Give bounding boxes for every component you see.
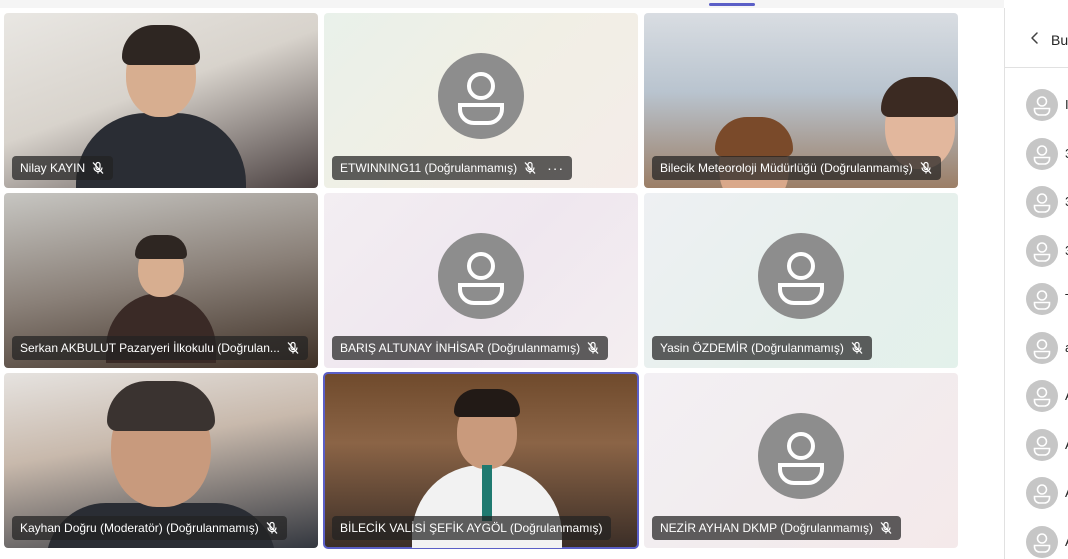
- participant-list-item[interactable]: 3: [1005, 227, 1068, 276]
- participant-tile-active-speaker[interactable]: BİLECİK VALİSİ ŞEFİK AYGÖL (Doğrulanmamı…: [323, 372, 639, 549]
- avatar: [1026, 331, 1058, 364]
- participant-list-item[interactable]: I: [1005, 81, 1068, 130]
- avatar: [438, 232, 524, 319]
- person-icon: [1033, 144, 1051, 165]
- person-icon: [1033, 96, 1051, 116]
- chevron-left-icon[interactable]: [1027, 30, 1043, 46]
- avatar: [1026, 477, 1058, 509]
- participant-name-label: Yasin ÖZDEMİR (Doğrulanmamış): [652, 336, 872, 360]
- panel-title: Bu: [1051, 32, 1068, 48]
- person-icon: [458, 251, 504, 305]
- person-icon: [1033, 532, 1051, 553]
- avatar: [1026, 89, 1058, 121]
- participant-tile[interactable]: Bilecik Meteoroloji Müdürlüğü (Doğrulanm…: [644, 13, 958, 188]
- participant-list-item[interactable]: A: [1005, 469, 1068, 518]
- avatar: [1026, 186, 1058, 218]
- participant-tile[interactable]: BARIŞ ALTUNAY İNHİSAR (Doğrulanmamış): [324, 193, 638, 368]
- top-bar: [0, 0, 1004, 8]
- mic-off-icon: [587, 341, 599, 354]
- participant-tile[interactable]: Serkan AKBULUT Pazaryeri İlkokulu (Doğru…: [4, 193, 318, 368]
- person-icon: [1033, 484, 1051, 504]
- participant-name: BARIŞ ALTUNAY İNHİSAR (Doğrulanmamış): [340, 341, 581, 355]
- participant-name: Bilecik Meteoroloji Müdürlüğü (Doğrulanm…: [660, 161, 913, 175]
- participant-list-item[interactable]: A: [1005, 421, 1068, 470]
- participant-name-label: Kayhan Doğru (Moderatör) (Doğrulanmamış): [12, 516, 287, 540]
- participant-name-label: NEZİR AYHAN DKMP (Doğrulanmamış): [652, 516, 901, 540]
- mic-off-icon: [851, 341, 863, 354]
- mic-off-icon: [880, 521, 892, 534]
- participant-name: Kayhan Doğru (Moderatör) (Doğrulanmamış): [20, 521, 259, 535]
- participant-tile[interactable]: Kayhan Doğru (Moderatör) (Doğrulanmamış): [4, 373, 318, 548]
- participant-tile[interactable]: Nilay KAYIN: [4, 13, 318, 188]
- participant-list-item[interactable]: A: [1005, 372, 1068, 421]
- mic-off-icon: [92, 161, 104, 174]
- avatar: [1026, 234, 1058, 267]
- avatar: [1026, 283, 1058, 315]
- more-options-icon[interactable]: ···: [547, 156, 564, 180]
- avatar: [758, 412, 844, 499]
- participant-tile[interactable]: Yasin ÖZDEMİR (Doğrulanmamış): [644, 193, 958, 368]
- mic-off-icon: [920, 161, 932, 174]
- mic-off-icon: [287, 341, 299, 354]
- active-view-indicator: [709, 3, 755, 6]
- video-gallery: Nilay KAYIN ETWINNING11 (Doğrulanmamış) …: [0, 8, 1004, 559]
- participant-tile[interactable]: ETWINNING11 (Doğrulanmamış) ···: [324, 13, 638, 188]
- participant-name-label: BARIŞ ALTUNAY İNHİSAR (Doğrulanmamış): [332, 336, 609, 360]
- participant-name: ETWINNING11 (Doğrulanmamış): [340, 161, 518, 175]
- avatar: [438, 52, 524, 139]
- person-icon: [1033, 387, 1051, 407]
- participant-list-item[interactable]: T: [1005, 275, 1068, 324]
- panel-header: Bu: [1005, 8, 1068, 68]
- avatar: [1026, 525, 1058, 558]
- person-icon: [1033, 290, 1051, 310]
- participant-name-label: Bilecik Meteoroloji Müdürlüğü (Doğrulanm…: [652, 156, 941, 180]
- avatar: [1026, 428, 1058, 461]
- participant-name: Serkan AKBULUT Pazaryeri İlkokulu (Doğru…: [20, 341, 280, 355]
- person-icon: [778, 251, 824, 305]
- participant-name-label: Nilay KAYIN: [12, 156, 114, 180]
- participant-list-item[interactable]: 3: [1005, 130, 1068, 179]
- participant-tile[interactable]: NEZİR AYHAN DKMP (Doğrulanmamış): [644, 373, 958, 548]
- participant-name-label: ETWINNING11 (Doğrulanmamış) ···: [332, 156, 573, 180]
- participant-list-item[interactable]: A: [1005, 518, 1068, 559]
- participant-name: Yasin ÖZDEMİR (Doğrulanmamış): [660, 341, 844, 355]
- person-icon: [1033, 435, 1051, 456]
- avatar: [1026, 380, 1058, 412]
- participant-name: BİLECİK VALİSİ ŞEFİK AYGÖL (Doğrulanmamı…: [340, 521, 603, 535]
- participant-name-label: Serkan AKBULUT Pazaryeri İlkokulu (Doğru…: [12, 336, 308, 360]
- participant-list-item[interactable]: 3: [1005, 178, 1068, 227]
- avatar: [1026, 137, 1058, 170]
- mic-off-icon: [266, 521, 278, 534]
- participant-list-item[interactable]: a: [1005, 324, 1068, 373]
- mic-off-icon: [524, 161, 536, 174]
- participant-name-label: BİLECİK VALİSİ ŞEFİK AYGÖL (Doğrulanmamı…: [332, 516, 611, 540]
- person-icon: [1033, 193, 1051, 213]
- person-icon: [1033, 241, 1051, 262]
- person-icon: [778, 431, 824, 485]
- person-icon: [1033, 338, 1051, 359]
- participant-name: NEZİR AYHAN DKMP (Doğrulanmamış): [660, 521, 873, 535]
- participant-name: Nilay KAYIN: [20, 161, 86, 175]
- participants-panel: Bu I 3 3 3 T a A: [1005, 8, 1068, 559]
- person-icon: [458, 71, 504, 125]
- participant-list: I 3 3 3 T a A A: [1005, 81, 1068, 559]
- avatar: [758, 232, 844, 319]
